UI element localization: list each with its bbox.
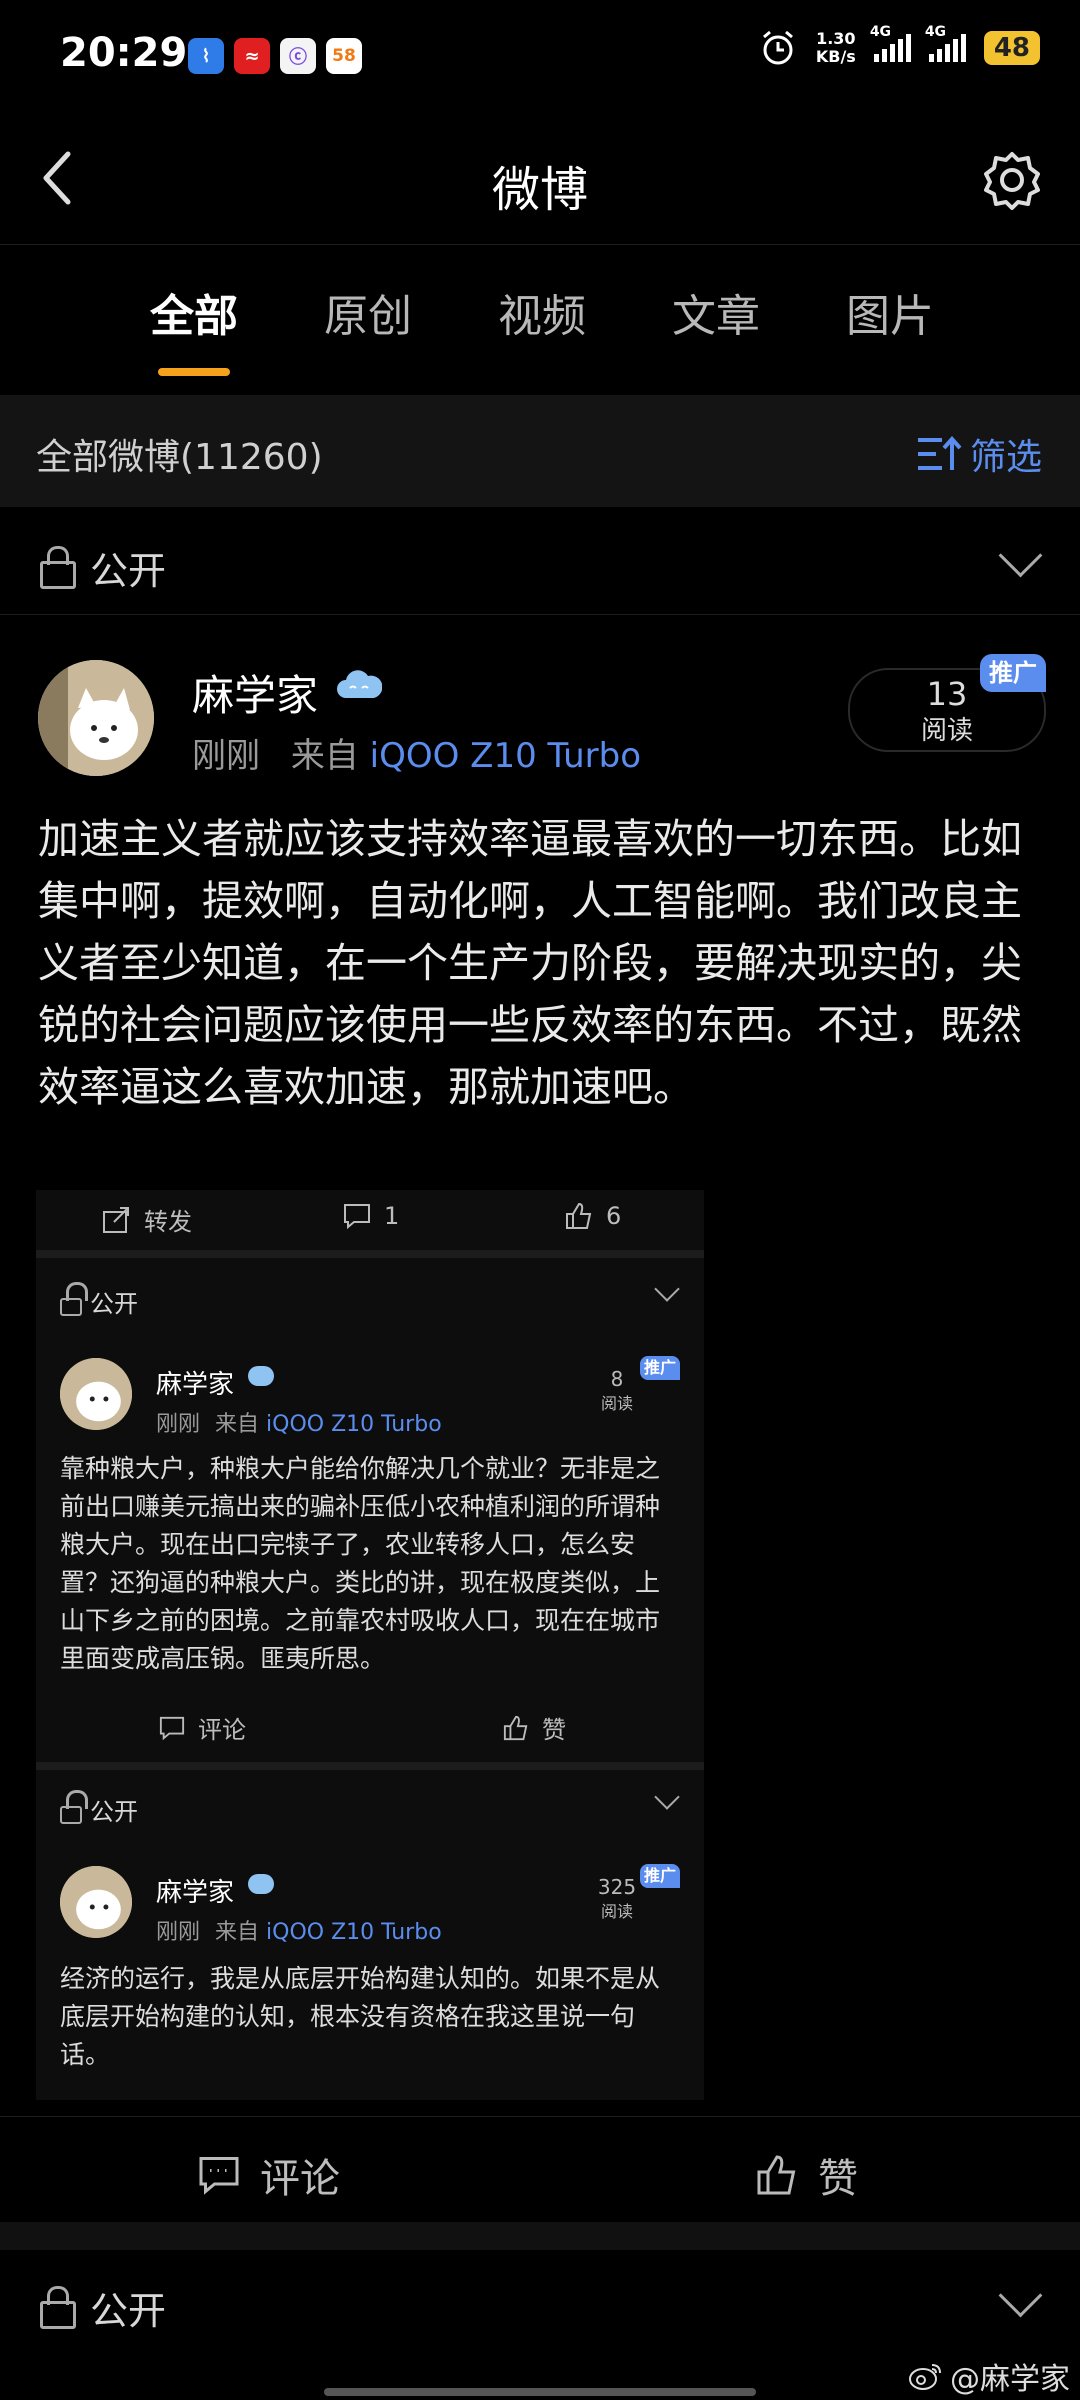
embedded-content: 经济的运行，我是从底层开始构建认知的。如果不是从底层开始构建的认知，根本没有资格… — [60, 1964, 661, 2069]
net-speed: 1.30 KB/s — [815, 29, 856, 66]
repost-icon — [103, 1206, 129, 1233]
tab-original[interactable]: 原创 — [324, 280, 412, 344]
home-indicator[interactable] — [324, 2388, 756, 2396]
promo-badge: 推广 — [640, 1864, 680, 1888]
next-visibility-row[interactable]: 公开 — [40, 2280, 166, 2335]
lock-icon — [40, 2285, 76, 2329]
chevron-down-icon — [654, 1784, 680, 1810]
read-label: 阅读 — [920, 716, 973, 746]
promo-badge: 推广 — [640, 1356, 680, 1380]
weibo-logo-icon — [909, 2364, 941, 2390]
battery-indicator: 48 — [983, 31, 1040, 65]
thumb-up-icon — [566, 1202, 592, 1229]
comment-icon — [199, 2157, 239, 2195]
chevron-down-icon[interactable] — [998, 533, 1043, 578]
chevron-down-icon[interactable] — [998, 2273, 1043, 2318]
status-time: 20:29 — [60, 30, 188, 76]
avatar-image — [38, 660, 154, 776]
like-button[interactable]: 赞 — [754, 2146, 858, 2204]
embedded-screenshot[interactable]: 转发 1 6 公开 麻学家 刚刚 来自 iQOO Z10 Turbo 8 阅读 … — [36, 1190, 704, 2100]
filter-label: 筛选 — [969, 437, 1042, 478]
post-content: 加速主义者就应该支持效率逼最喜欢的一切东西。比如集中啊，提效啊，自动化啊，人工智… — [38, 815, 1022, 1111]
embedded-author: 麻学家 — [156, 1878, 235, 1908]
signal-icon-1: 4G — [870, 24, 911, 62]
comment-icon — [159, 1716, 185, 1740]
page-title: 微博 — [491, 162, 588, 218]
visibility-label: 公开 — [90, 2289, 167, 2333]
filter-button[interactable]: 筛选 — [916, 428, 1042, 480]
tab-video[interactable]: 视频 — [498, 280, 586, 344]
vip-cloud-icon — [337, 670, 382, 698]
source-device[interactable]: iQOO Z10 Turbo — [370, 736, 641, 776]
thumb-up-icon — [757, 2155, 796, 2195]
lock-icon — [60, 1789, 88, 1824]
repost-action: 转发 — [102, 1202, 192, 1237]
embedded-visibility-row: 公开 — [60, 1281, 138, 1319]
watermark: @麻学家 — [908, 2354, 1070, 2398]
embedded-meta: 刚刚 来自 iQOO Z10 Turbo — [156, 1920, 442, 1945]
like-action: 6 — [564, 1202, 621, 1230]
visibility-label: 公开 — [90, 549, 167, 593]
post-meta: 刚刚 来自 iQOO Z10 Turbo — [192, 728, 641, 777]
lock-icon — [40, 545, 76, 589]
chevron-down-icon — [654, 1276, 680, 1302]
divider — [0, 244, 1080, 245]
gear-icon[interactable] — [982, 150, 1042, 210]
embedded-author: 麻学家 — [156, 1370, 235, 1400]
vip-cloud-icon — [248, 1366, 274, 1386]
post-time: 刚刚 — [192, 736, 260, 776]
divider — [36, 1762, 704, 1770]
filter-icon — [917, 435, 962, 470]
section-gap — [0, 2222, 1080, 2250]
embedded-avatar — [60, 1358, 132, 1430]
weibo-count-label: 全部微博(11260) — [36, 437, 323, 478]
vip-cloud-icon — [248, 1874, 274, 1894]
comment-icon — [344, 1204, 370, 1230]
embedded-avatar — [60, 1866, 132, 1938]
comment-button[interactable]: 评论 — [196, 2146, 340, 2204]
thumb-up-icon — [503, 1715, 528, 1740]
embedded-visibility-row: 公开 — [60, 1789, 138, 1827]
tab-picture[interactable]: 图片 — [846, 280, 934, 344]
app-icon-blue: ⌇ — [188, 38, 224, 74]
divider — [36, 1250, 704, 1258]
divider — [0, 614, 1080, 615]
source-prefix: 来自 — [290, 736, 359, 776]
visibility-row[interactable]: 公开 — [40, 540, 166, 595]
embedded-meta: 刚刚 来自 iQOO Z10 Turbo — [156, 1412, 442, 1437]
avatar-image — [60, 1358, 132, 1430]
app-icon-58: 58 — [326, 38, 362, 74]
embedded-comment-action: 评论 — [158, 1710, 246, 1745]
lock-icon — [60, 1281, 88, 1316]
author-name[interactable]: 麻学家 — [192, 662, 318, 723]
tab-bar: 全部 原创 视频 文章 图片 — [150, 280, 934, 376]
app-icon-white: ⓒ — [280, 38, 316, 74]
avatar[interactable] — [38, 660, 154, 776]
status-right-group: 1.30 KB/s 4G 4G 48 — [758, 24, 1040, 68]
app-icon-red: ≈ — [234, 38, 270, 74]
avatar-image — [60, 1866, 132, 1938]
status-bar: 20:29 ⌇ ≈ ⓒ 58 1.30 KB/s 4G 4G 48 — [0, 0, 1080, 118]
promo-badge[interactable]: 推广 — [980, 654, 1046, 692]
alarm-icon — [762, 30, 793, 65]
divider — [0, 2116, 1080, 2117]
embedded-like-action: 赞 — [502, 1710, 566, 1745]
signal-icon-2: 4G — [925, 24, 966, 62]
tab-article[interactable]: 文章 — [672, 280, 760, 344]
embedded-content: 靠种粮大户，种粮大户能给你解决几个就业？无非是之前出口赚美元搞出来的骗补压低小农… — [60, 1454, 661, 1673]
tab-all[interactable]: 全部 — [150, 280, 238, 376]
comment-action: 1 — [342, 1202, 399, 1230]
